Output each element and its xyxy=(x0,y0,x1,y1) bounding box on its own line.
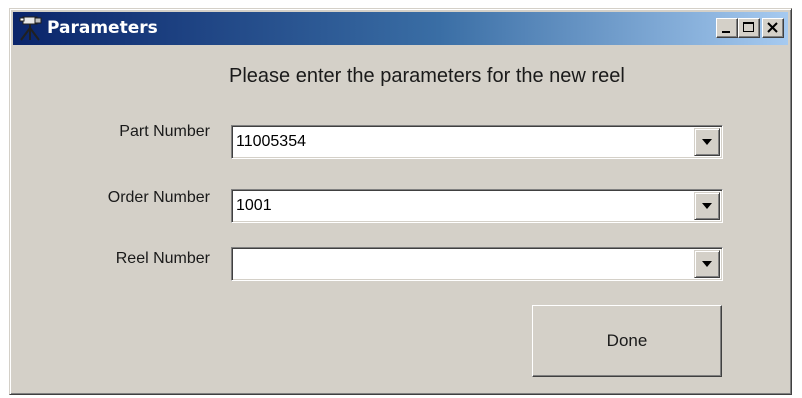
close-button[interactable] xyxy=(762,18,784,38)
part-number-combobox[interactable]: 11005354 xyxy=(231,125,723,159)
title-bar[interactable]: Parameters xyxy=(13,12,788,45)
order-number-label: Order Number xyxy=(107,189,210,206)
minimize-button[interactable] xyxy=(716,18,738,38)
order-number-combobox[interactable]: 1001 xyxy=(231,189,723,223)
part-number-label: Part Number xyxy=(119,123,210,140)
part-number-value[interactable]: 11005354 xyxy=(236,133,306,151)
minimize-icon xyxy=(722,31,730,33)
order-number-value[interactable]: 1001 xyxy=(236,197,272,215)
camera-tripod-icon xyxy=(17,14,45,42)
done-button[interactable]: Done xyxy=(532,305,722,377)
maximize-icon xyxy=(743,22,754,32)
window-title: Parameters xyxy=(47,18,158,38)
maximize-button[interactable] xyxy=(738,18,760,38)
chevron-down-icon xyxy=(702,203,712,209)
reel-number-combobox[interactable] xyxy=(231,247,723,281)
parameters-window: Parameters Please enter the parameters f… xyxy=(9,8,792,395)
chevron-down-icon xyxy=(702,261,712,267)
part-number-dropdown-button[interactable] xyxy=(694,128,720,156)
chevron-down-icon xyxy=(702,139,712,145)
order-number-dropdown-button[interactable] xyxy=(694,192,720,220)
reel-number-dropdown-button[interactable] xyxy=(694,250,720,278)
instructions-heading: Please enter the parameters for the new … xyxy=(229,65,625,87)
reel-number-label: Reel Number xyxy=(115,250,210,267)
close-icon xyxy=(767,22,778,33)
